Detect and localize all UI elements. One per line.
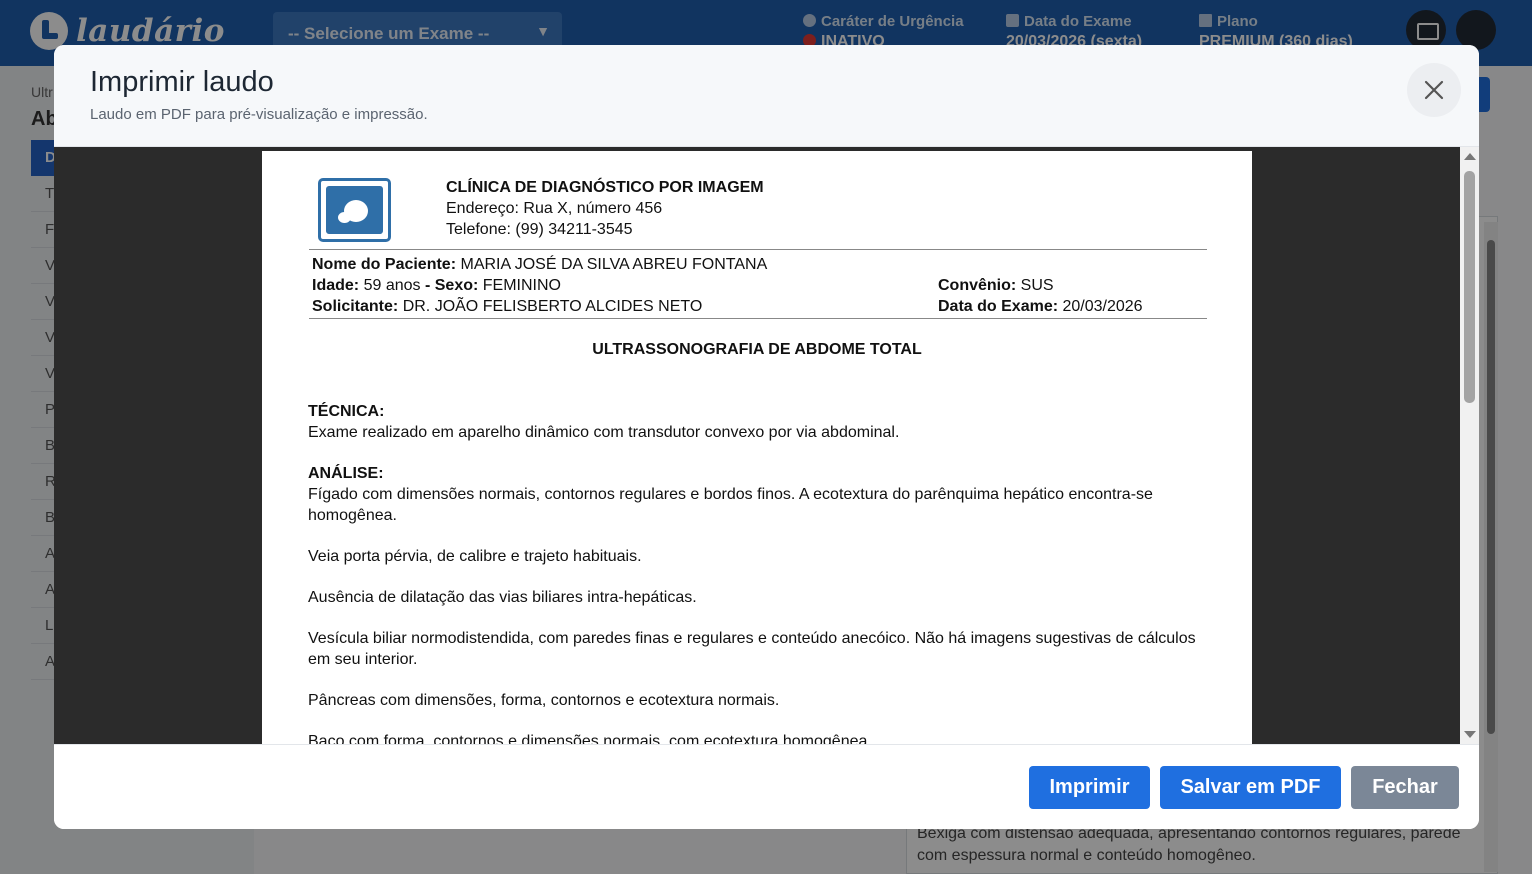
clinic-name: CLÍNICA DE DIAGNÓSTICO POR IMAGEM xyxy=(446,179,764,196)
close-modal-button[interactable]: Fechar xyxy=(1351,766,1459,809)
clinic-address: Endereço: Rua X, número 456 xyxy=(446,200,663,217)
analysis-paragraph: Ausência de dilatação das vias biliares … xyxy=(308,589,697,606)
print-button[interactable]: Imprimir xyxy=(1029,766,1150,809)
close-button[interactable] xyxy=(1407,63,1461,117)
pdf-viewer[interactable]: CLÍNICA DE DIAGNÓSTICO POR IMAGEM Endere… xyxy=(54,147,1460,744)
header-divider xyxy=(309,249,1207,250)
clinic-phone: Telefone: (99) 34211-3545 xyxy=(446,221,633,238)
analysis-paragraph: Vesícula biliar normodistendida, com par… xyxy=(308,630,1196,668)
analysis-paragraph: Pâncreas com dimensões, forma, contornos… xyxy=(308,692,780,709)
pdf-page: CLÍNICA DE DIAGNÓSTICO POR IMAGEM Endere… xyxy=(262,151,1252,744)
pdf-scrollbar-thumb[interactable] xyxy=(1464,171,1475,403)
scroll-down-icon[interactable] xyxy=(1464,731,1476,738)
technique-heading: TÉCNICA: xyxy=(308,403,385,420)
analysis-paragraph: Baço com forma, contornos e dimensões no… xyxy=(308,733,872,744)
report-body: TÉCNICA: Exame realizado em aparelho din… xyxy=(308,401,1208,744)
analysis-paragraph: Fígado com dimensões normais, contornos … xyxy=(308,486,1153,524)
technique-text: Exame realizado em aparelho dinâmico com… xyxy=(308,424,900,441)
exam-title: ULTRASSONOGRAFIA DE ABDOME TOTAL xyxy=(592,341,922,358)
close-icon xyxy=(1424,80,1444,100)
ultrasound-logo-icon xyxy=(318,178,391,242)
patient-name: Nome do Paciente: MARIA JOSÉ DA SILVA AB… xyxy=(312,256,768,273)
scroll-up-icon[interactable] xyxy=(1464,153,1476,160)
modal-header: Imprimir laudo Laudo em PDF para pré-vis… xyxy=(54,45,1479,147)
modal-subtitle: Laudo em PDF para pré-visualização e imp… xyxy=(90,106,428,123)
save-pdf-button[interactable]: Salvar em PDF xyxy=(1160,766,1341,809)
analysis-heading: ANÁLISE: xyxy=(308,465,384,482)
insurance: Convênio: SUS xyxy=(938,277,1054,294)
patient-divider xyxy=(309,318,1207,319)
modal-footer: Imprimir Salvar em PDF Fechar xyxy=(54,744,1479,829)
print-report-modal: Imprimir laudo Laudo em PDF para pré-vis… xyxy=(54,45,1479,829)
pdf-scrollbar[interactable] xyxy=(1460,147,1479,744)
requester: Solicitante: DR. JOÃO FELISBERTO ALCIDES… xyxy=(312,298,703,315)
modal-title: Imprimir laudo xyxy=(90,66,274,98)
exam-date: Data do Exame: 20/03/2026 xyxy=(938,298,1143,315)
patient-age-sex: Idade: 59 anos - Sexo: FEMININO xyxy=(312,277,561,294)
analysis-list: Fígado com dimensões normais, contornos … xyxy=(308,484,1208,744)
analysis-paragraph: Veia porta pérvia, de calibre e trajeto … xyxy=(308,548,642,565)
